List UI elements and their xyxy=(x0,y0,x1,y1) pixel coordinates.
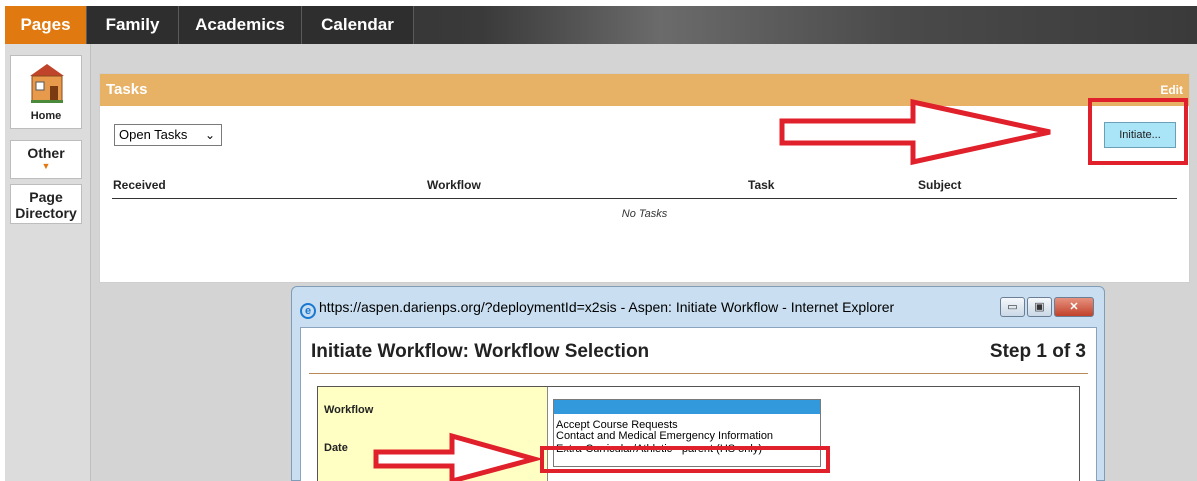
maximize-icon[interactable]: ▣ xyxy=(1027,297,1052,317)
home-button[interactable]: Home xyxy=(10,55,82,129)
workflow-selection-heading: Initiate Workflow: Workflow Selection xyxy=(311,341,650,362)
top-navigation-bar: Pages Family Academics Calendar xyxy=(5,6,1197,44)
tab-family[interactable]: Family xyxy=(87,6,179,44)
window-controls: ▭ ▣ ✕ xyxy=(998,297,1094,319)
task-filter-select[interactable]: Open Tasks ⌄ xyxy=(114,124,222,146)
header-divider xyxy=(112,198,1177,199)
heading-divider xyxy=(309,373,1088,374)
chevron-down-icon: ⌄ xyxy=(204,128,215,142)
annotation-arrow-right-icon xyxy=(779,98,1051,166)
option-highlight-box xyxy=(540,446,830,473)
tab-calendar[interactable]: Calendar xyxy=(302,6,414,44)
list-item[interactable]: Contact and Medical Emergency Informatio… xyxy=(554,431,820,442)
home-label: Home xyxy=(30,110,62,122)
window-title: https://aspen.darienps.org/?deploymentId… xyxy=(319,299,895,315)
date-field-label: Date xyxy=(324,442,348,454)
page-directory-button[interactable]: Page Directory xyxy=(10,184,82,224)
task-filter-value: Open Tasks xyxy=(119,127,188,142)
window-title-bar: e https://aspen.darienps.org/?deploymentI… xyxy=(300,299,894,319)
list-item-selected[interactable] xyxy=(554,400,820,414)
other-label: Other xyxy=(27,145,65,161)
minimize-icon[interactable]: ▭ xyxy=(1000,297,1025,317)
annotation-arrow-right-icon-2 xyxy=(373,432,544,481)
close-icon[interactable]: ✕ xyxy=(1054,297,1094,317)
column-header-workflow[interactable]: Workflow xyxy=(427,178,481,192)
tab-pages[interactable]: Pages xyxy=(5,6,87,44)
step-indicator: Step 1 of 3 xyxy=(989,341,1086,362)
empty-tasks-message: No Tasks xyxy=(621,208,668,220)
other-button[interactable]: Other ▼ xyxy=(10,140,82,179)
tab-academics[interactable]: Academics xyxy=(179,6,302,44)
column-header-received[interactable]: Received xyxy=(113,178,166,192)
initiate-highlight-box xyxy=(1088,98,1188,165)
column-header-subject[interactable]: Subject xyxy=(918,178,961,192)
house-icon xyxy=(30,64,64,103)
column-header-task[interactable]: Task xyxy=(748,178,774,192)
ie-icon: e xyxy=(300,303,316,319)
panel-title: Tasks xyxy=(106,81,148,98)
workflow-field-label: Workflow xyxy=(324,404,374,416)
dropdown-arrow-icon: ▼ xyxy=(41,161,51,171)
